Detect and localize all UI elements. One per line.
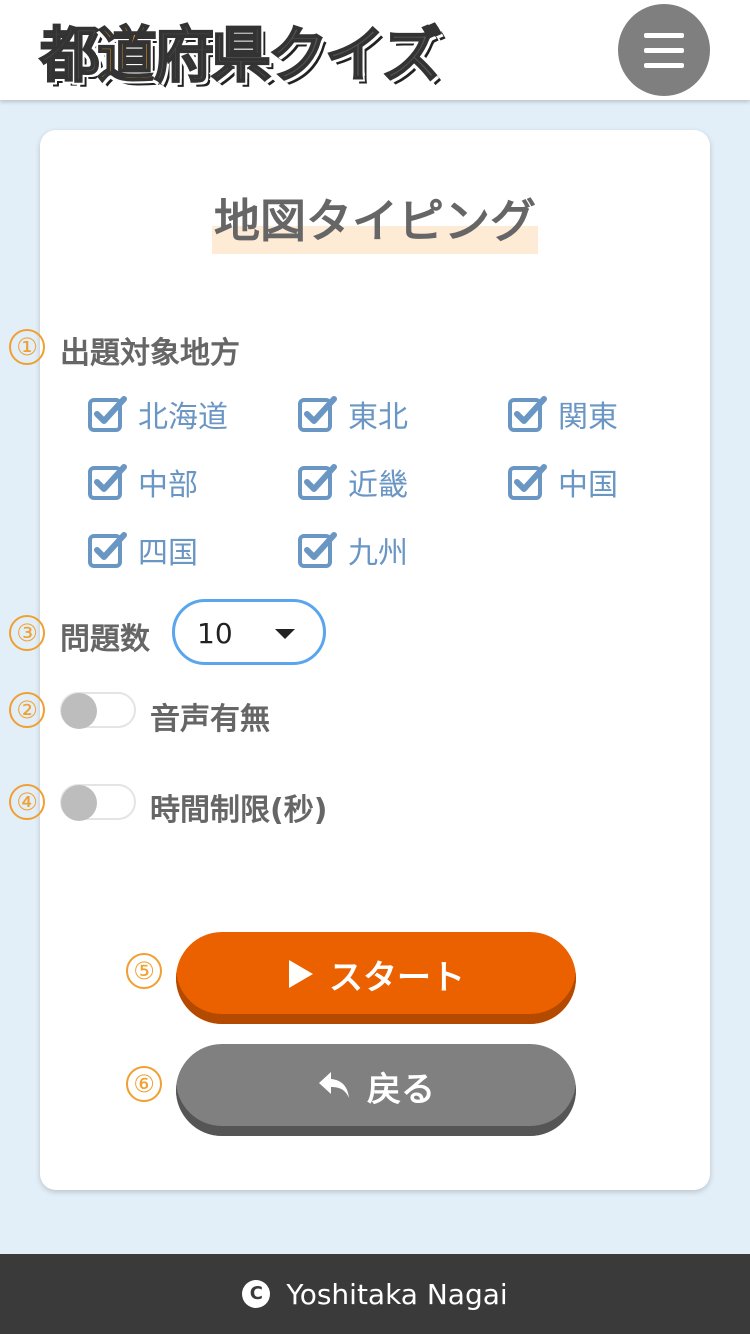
checkbox-checked-icon [298,394,338,434]
toggle-knob [61,693,97,729]
logo-char-accent: 道 [96,20,158,92]
checkbox-checked-icon [88,394,128,434]
page-title-text: 地図タイピング [214,194,536,248]
region-checkbox-chubu[interactable]: 中部 [88,460,198,504]
region-label: 九州 [348,536,408,571]
region-checkbox-kyushu[interactable]: 九州 [298,528,408,572]
checkbox-checked-icon [298,530,338,570]
hamburger-icon-line [644,62,684,68]
voice-label: 音声有無 [150,702,270,737]
footer-author: Yoshitaka Nagai [286,1277,508,1311]
back-button-label: 戻る [367,1069,435,1110]
section-number-4: ④ [9,784,45,820]
region-label: 近畿 [348,468,408,503]
play-icon [287,958,315,990]
section-number-3: ③ [9,615,45,651]
toggle-knob [61,785,97,821]
region-checkbox-kinki[interactable]: 近畿 [298,460,408,504]
checkbox-checked-icon [298,462,338,502]
site-logo[interactable]: 都道府県クイズ [39,10,443,92]
logo-char: ク [267,20,329,92]
section-number-1: ① [9,329,45,365]
back-button[interactable]: 戻る [176,1044,576,1136]
checkbox-checked-icon [508,462,548,502]
section-number-6: ⑥ [126,1066,162,1102]
settings-card [40,130,710,1190]
checkbox-checked-icon [508,394,548,434]
checkbox-checked-icon [88,462,128,502]
question-count-select[interactable]: 10 [172,599,326,665]
region-label: 関東 [558,400,618,435]
region-checkbox-tohoku[interactable]: 東北 [298,392,408,436]
header-bar: 都道府県クイズ [0,0,750,100]
logo-char: ズ [381,20,443,92]
footer: C Yoshitaka Nagai [0,1254,750,1334]
time-limit-toggle[interactable] [60,784,136,821]
logo-char: 県 [210,20,272,92]
region-label: 四国 [138,536,198,571]
question-count-label: 問題数 [60,622,150,657]
region-checkbox-hokkaido[interactable]: 北海道 [88,392,228,436]
region-label: 中国 [558,468,618,503]
region-label: 東北 [348,400,408,435]
caret-down-icon [275,629,295,639]
start-button[interactable]: スタート [176,932,576,1024]
region-checkbox-chugoku[interactable]: 中国 [508,460,618,504]
page-title: 地図タイピング [212,190,538,254]
start-button-label: スタート [329,957,465,998]
checkbox-checked-icon [88,530,128,570]
region-checkbox-kanto[interactable]: 関東 [508,392,618,436]
logo-char: 府 [153,20,215,92]
logo-char: 都 [39,20,101,92]
hamburger-icon-line [644,47,684,53]
section-number-2: ② [9,692,45,728]
hamburger-icon [644,32,684,38]
voice-toggle[interactable] [60,692,136,729]
region-label: 中部 [138,468,198,503]
logo-char: イ [324,20,386,92]
reply-arrow-icon [317,1070,353,1102]
copyright-icon: C [242,1280,271,1308]
section-number-5: ⑤ [126,953,162,989]
page-title-wrap: 地図タイピング [0,190,750,254]
menu-button[interactable] [618,4,710,96]
regions-label: 出題対象地方 [60,336,240,371]
region-label: 北海道 [138,400,228,435]
region-checkbox-shikoku[interactable]: 四国 [88,528,198,572]
time-limit-label: 時間制限(秒) [150,793,328,828]
question-count-value: 10 [197,617,233,650]
